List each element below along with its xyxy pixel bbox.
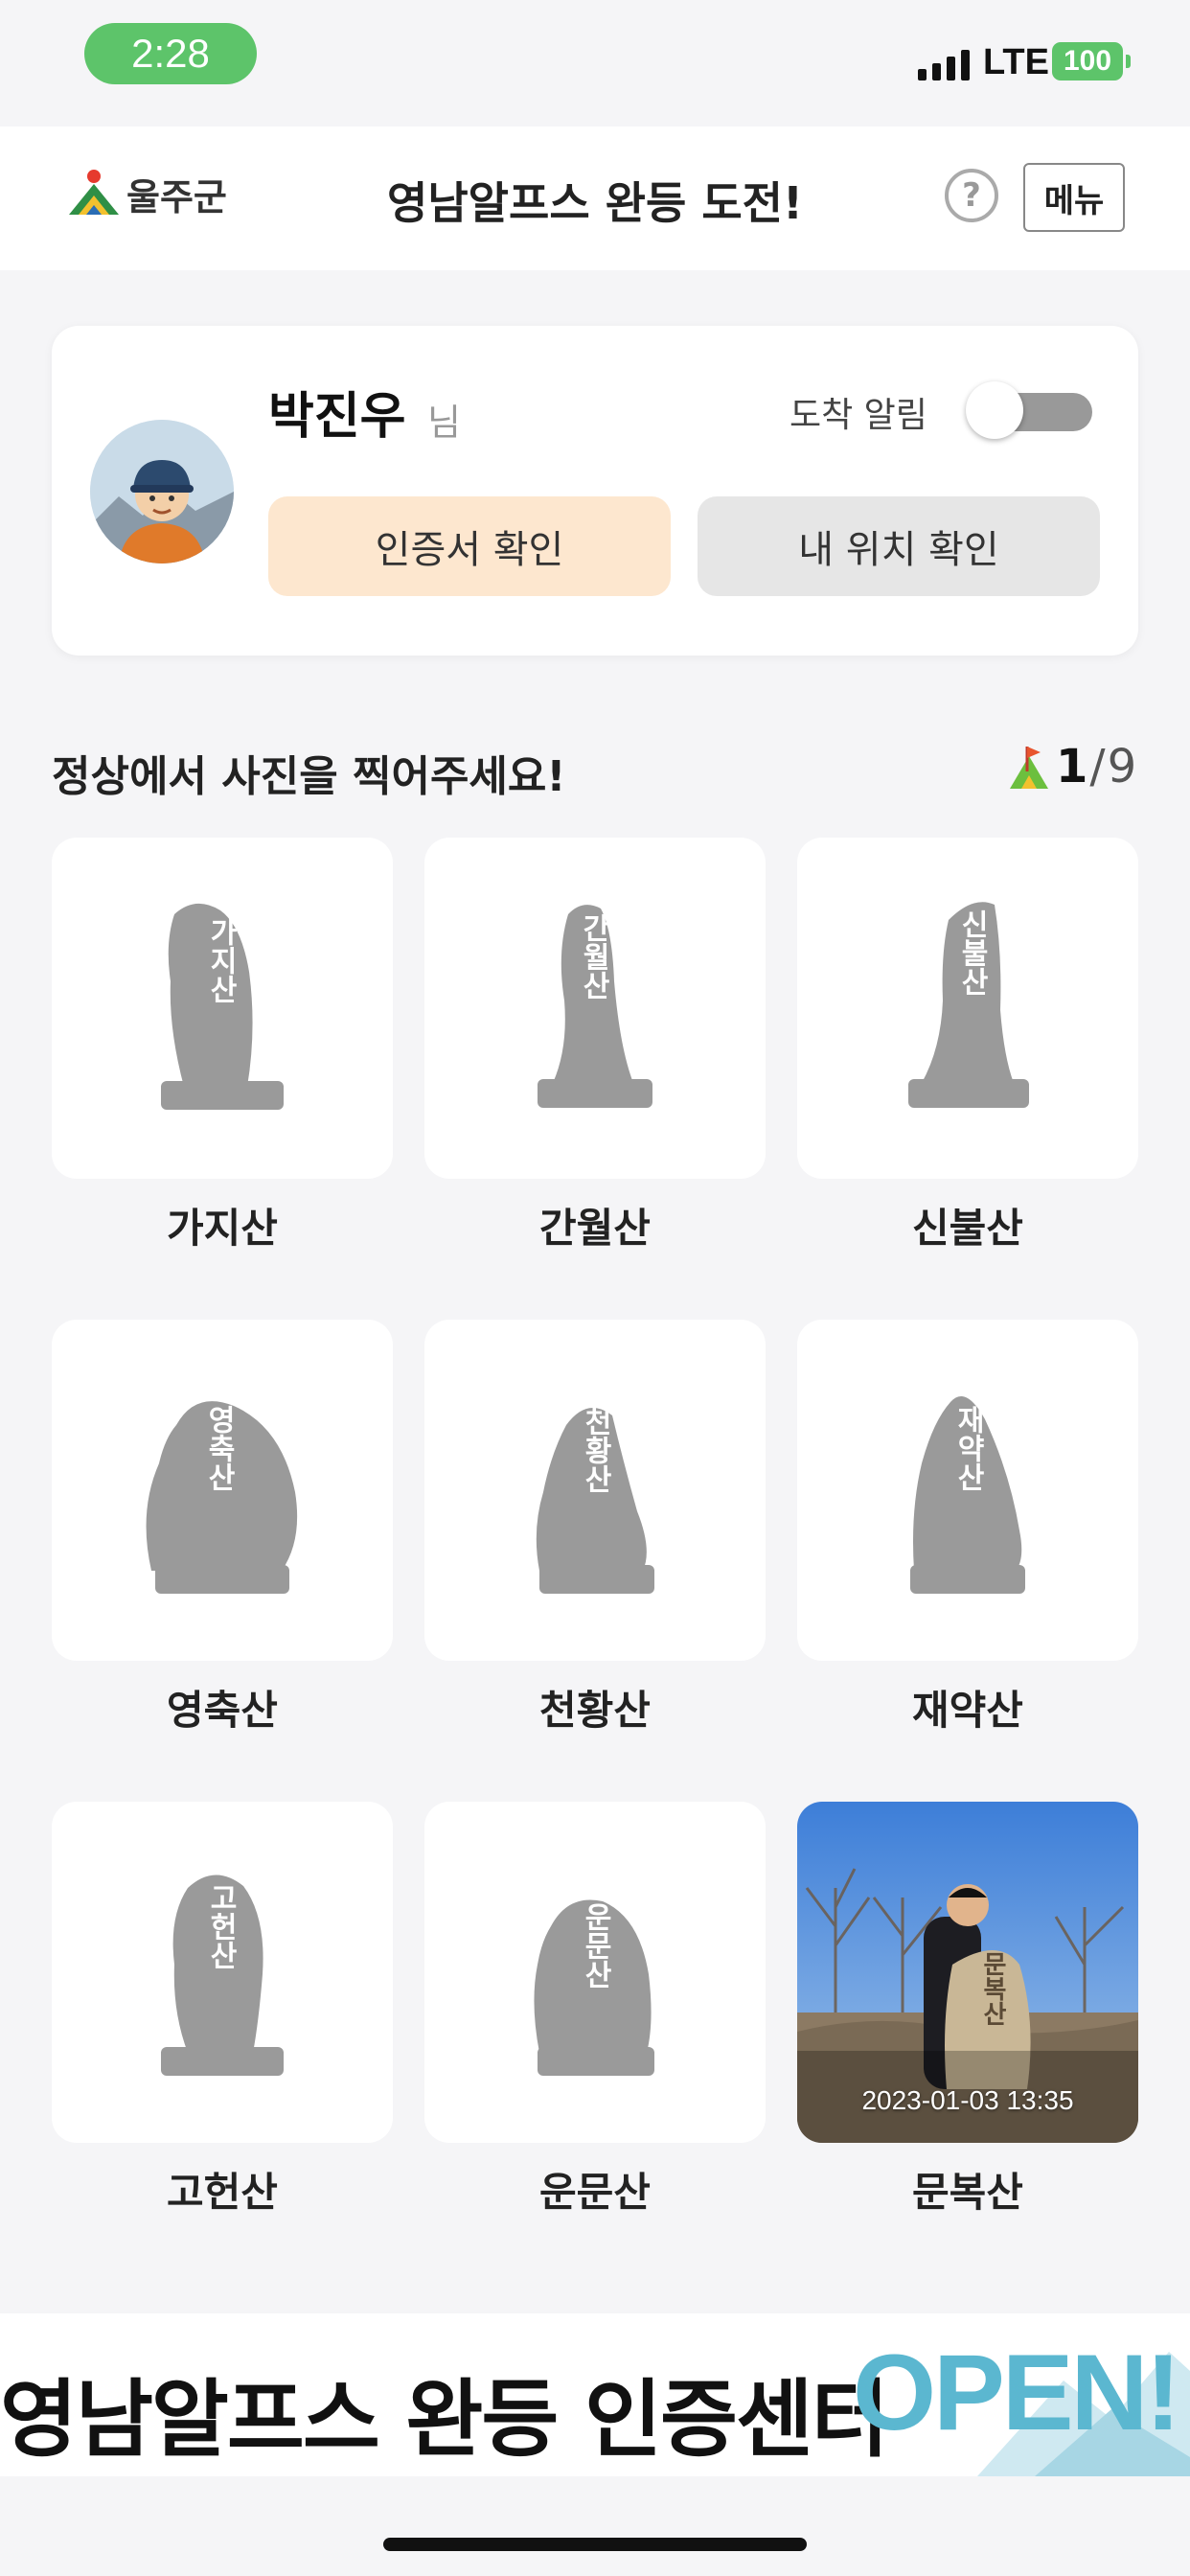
mountain-name: 영축산: [167, 1687, 278, 1734]
my-location-button[interactable]: 내 위치 확인: [698, 496, 1100, 596]
summit-stone-icon: 재약산: [910, 1396, 1025, 1594]
completion-counter: 1 / 9: [1008, 740, 1136, 794]
mountain-tile-unmunsan[interactable]: 운문산: [424, 1802, 766, 2143]
app-header: 울주군 영남알프스 완등 도전! ? 메뉴: [0, 126, 1190, 270]
arrival-alarm-label: 도착 알림: [790, 396, 927, 435]
user-name-suffix: 님: [427, 402, 461, 444]
status-bar: 2:28 LTE 100: [0, 0, 1190, 126]
mountain-tile-ganwolsan[interactable]: 간월산: [424, 838, 766, 1179]
mountain-name: 신불산: [912, 1205, 1023, 1252]
page-title: 영남알프스 완등 도전!: [387, 177, 803, 229]
status-time: 2:28: [84, 23, 257, 84]
summit-stone-icon: 신불산: [908, 902, 1029, 1108]
mountain-tile-sinbulsan[interactable]: 신불산: [797, 838, 1138, 1179]
mountain-name: 가지산: [167, 1205, 278, 1252]
summit-stone-icon: 고헌산: [161, 1874, 284, 2076]
network-label: LTE: [983, 42, 1049, 82]
mountain-name: 재약산: [912, 1687, 1023, 1734]
summit-stone-icon: 간월산: [538, 905, 652, 1108]
user-name: 박진우: [268, 388, 406, 446]
summit-flag-icon: [1010, 747, 1048, 789]
stone-text: 영축산: [202, 1405, 236, 1491]
mountain-tile-cheonhwangsan[interactable]: 천황산: [424, 1320, 766, 1661]
stone-text: 재약산: [951, 1405, 985, 1491]
stone-text: 가지산: [204, 917, 238, 1003]
toggle-knob: [966, 381, 1023, 439]
summit-stone-icon: 영축산: [146, 1401, 298, 1594]
stone-text: 천황산: [579, 1407, 612, 1493]
help-button[interactable]: ?: [945, 169, 998, 222]
promo-banner[interactable]: 영남알프스 완등 인증센터 OPEN!: [0, 2313, 1190, 2476]
section-title: 정상에서 사진을 찍어주세요!: [52, 752, 566, 801]
signal-icon: [918, 50, 970, 80]
avatar: [90, 420, 234, 564]
battery-icon: 100: [1052, 42, 1131, 80]
count-separator: /: [1089, 740, 1106, 794]
mountain-tile-munboksan-photo[interactable]: 문복산 2023-01-03 13:35: [797, 1802, 1138, 2143]
arrival-alarm-toggle[interactable]: [962, 380, 1115, 441]
stone-text: 신불산: [955, 909, 989, 996]
summit-stone-icon: 가지산: [161, 903, 284, 1110]
mountain-name: 고헌산: [167, 2169, 278, 2216]
mountain-name: 문복산: [912, 2169, 1023, 2216]
stone-text: 운문산: [579, 1902, 612, 1989]
mountain-tile-goheonsan[interactable]: 고헌산: [52, 1802, 393, 2143]
mountain-name: 간월산: [539, 1205, 651, 1252]
mountain-tile-jaeyaksan[interactable]: 재약산: [797, 1320, 1138, 1661]
certificate-button[interactable]: 인증서 확인: [268, 496, 671, 596]
photo-timestamp: 2023-01-03 13:35: [861, 2085, 1074, 2115]
mountain-name: 운문산: [539, 2169, 651, 2216]
home-indicator[interactable]: [383, 2538, 807, 2551]
total-count: 9: [1107, 740, 1137, 794]
menu-button[interactable]: 메뉴: [1023, 163, 1125, 232]
stone-text: 고헌산: [204, 1883, 238, 1969]
banner-text: 영남알프스 완등 인증센터: [0, 2370, 889, 2469]
summit-stone-icon: 운문산: [534, 1899, 654, 2076]
mountain-tile-yeongchuksan[interactable]: 영축산: [52, 1320, 393, 1661]
banner-open-text: OPEN!: [853, 2333, 1181, 2452]
stone-text: 문복산: [978, 1951, 1007, 2026]
hiker-avatar-icon: [90, 420, 234, 564]
mountain-tile-gajisan[interactable]: 가지산: [52, 838, 393, 1179]
summit-stone-icon: 천황산: [536, 1407, 654, 1594]
mountain-name: 천황산: [539, 1687, 651, 1734]
completed-count: 1: [1056, 740, 1088, 794]
stone-text: 간월산: [577, 913, 610, 1000]
profile-card: 박진우 님 도착 알림 인증서 확인 내 위치 확인: [52, 326, 1138, 656]
